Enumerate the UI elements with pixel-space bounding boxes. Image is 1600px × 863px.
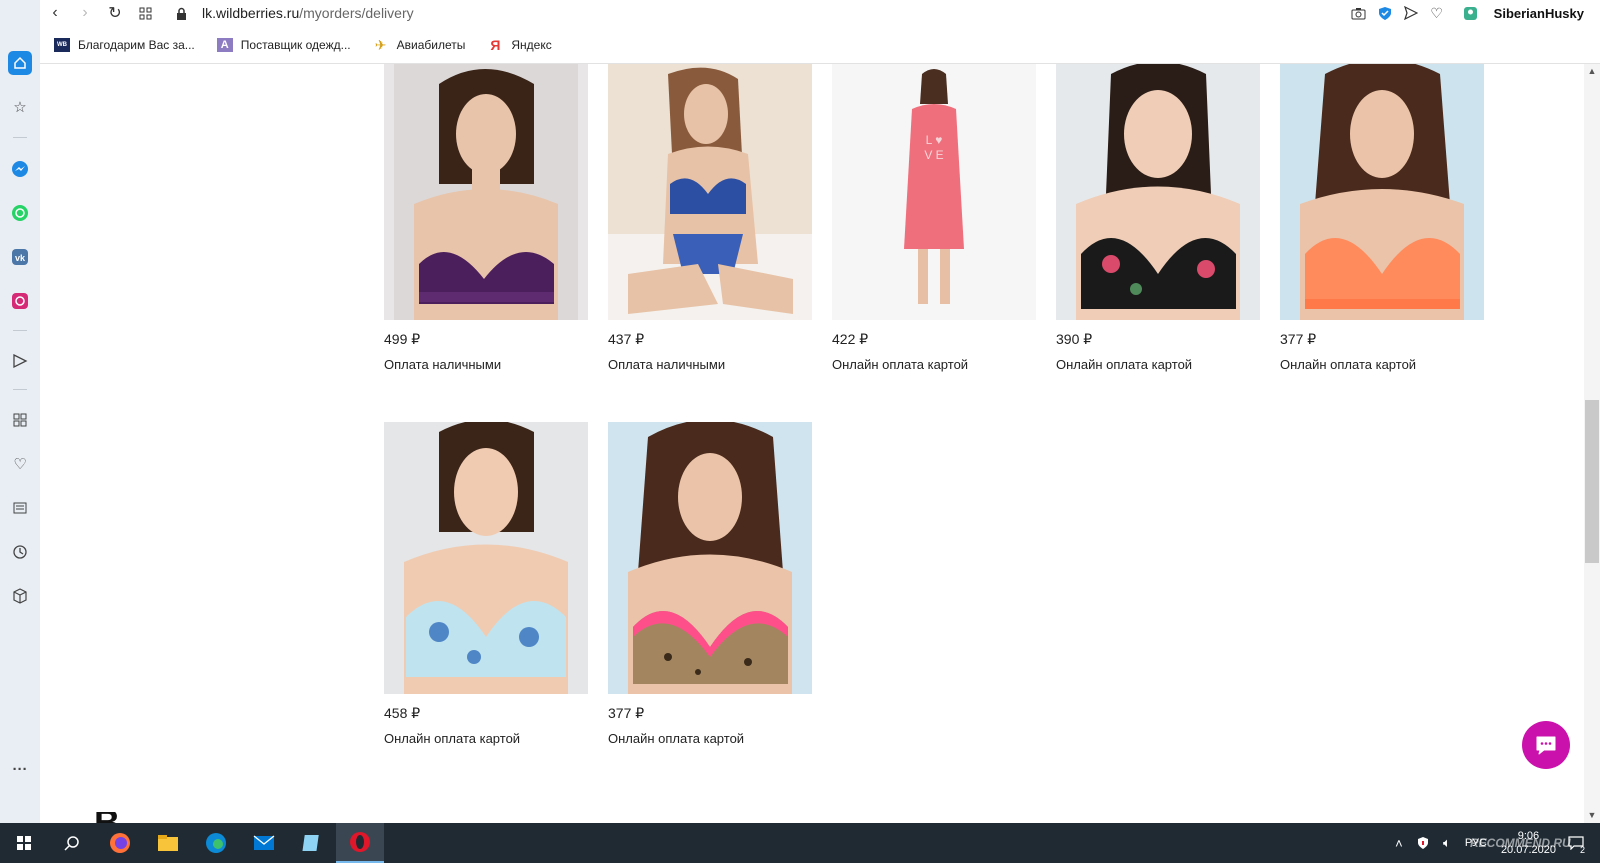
product-image[interactable] — [608, 64, 812, 320]
product-card[interactable] — [608, 422, 812, 694]
shield-check-icon[interactable] — [1372, 0, 1398, 26]
payment-method: Онлайн оплата картой — [1280, 357, 1417, 372]
whatsapp-icon[interactable] — [8, 201, 32, 225]
bookmarks-bar: WB Благодарим Вас за... A Поставщик одеж… — [40, 32, 560, 58]
wildberries-icon: WB — [54, 38, 70, 52]
home-icon[interactable] — [8, 51, 32, 75]
windows-taskbar: ˄ 🔈︎ РУС 9:06 20.07.2020 2 — [0, 823, 1600, 863]
bookmark-label: Благодарим Вас за... — [78, 38, 195, 52]
product-price: 437 ₽ — [608, 331, 645, 347]
volume-icon[interactable]: 🔈︎ — [1435, 823, 1459, 863]
section-heading-partial: В — [94, 812, 120, 823]
bookmark-wildberries[interactable]: WB Благодарим Вас за... — [54, 38, 195, 52]
product-price: 458 ₽ — [384, 705, 421, 721]
camera-icon[interactable] — [1346, 0, 1372, 26]
product-image[interactable] — [1056, 64, 1260, 320]
browser-toolbar: ‹ › ↻ lk.wildberries.ru/myorders/deliver… — [40, 0, 1600, 26]
forward-icon[interactable]: › — [70, 0, 100, 26]
send-icon[interactable] — [8, 349, 32, 373]
instagram-icon[interactable] — [8, 289, 32, 313]
bookmark-yandex[interactable]: Я Яндекс — [487, 37, 552, 53]
notepad-icon[interactable] — [288, 823, 336, 863]
toolbar-right: ♡ SiberianHusky — [1346, 0, 1600, 26]
reload-icon[interactable]: ↻ — [100, 0, 130, 26]
sidebar-divider — [13, 389, 27, 390]
url-path: /myorders/delivery — [299, 5, 414, 21]
product-image[interactable]: L ♥ V E — [832, 64, 1036, 320]
security-shield-icon[interactable] — [1411, 823, 1435, 863]
payment-method: Оплата наличными — [384, 357, 502, 372]
edge-icon[interactable] — [192, 823, 240, 863]
product-image[interactable] — [608, 422, 812, 694]
news-icon[interactable] — [8, 496, 32, 520]
chat-bubble-icon — [1536, 736, 1556, 755]
sidebar-divider — [13, 137, 27, 138]
notification-count: 2 — [1579, 845, 1585, 855]
product-card[interactable] — [384, 422, 588, 694]
firefox-icon[interactable] — [96, 823, 144, 863]
scroll-down-arrow-icon[interactable]: ▼ — [1584, 808, 1600, 822]
product-price: 377 ₽ — [608, 705, 645, 721]
extension-icon[interactable] — [1458, 0, 1484, 26]
search-icon[interactable] — [48, 823, 96, 863]
bookmark-supplier[interactable]: A Поставщик одежд... — [216, 38, 351, 52]
payment-method: Онлайн оплата картой — [384, 731, 521, 746]
box-icon[interactable] — [8, 584, 32, 608]
payment-method: Онлайн оплата картой — [832, 357, 969, 372]
letter-a-icon: A — [216, 38, 233, 52]
tabs-grid-icon[interactable] — [130, 0, 160, 26]
sidebar-divider — [13, 330, 27, 331]
product-card[interactable] — [1056, 64, 1260, 320]
heart-icon[interactable]: ♡ — [8, 452, 32, 476]
payment-method: Онлайн оплата картой — [608, 731, 745, 746]
file-explorer-icon[interactable] — [144, 823, 192, 863]
vk-icon[interactable]: vk — [8, 245, 32, 269]
scroll-up-arrow-icon[interactable]: ▲ — [1584, 64, 1600, 78]
mail-icon[interactable] — [240, 823, 288, 863]
airplane-icon: ✈ — [374, 36, 387, 53]
svg-text:V E: V E — [924, 148, 943, 162]
send-icon[interactable] — [1398, 0, 1424, 26]
messenger-icon[interactable] — [8, 157, 32, 181]
bookmark-label: Яндекс — [511, 38, 552, 52]
bookmark-label: Поставщик одежд... — [240, 38, 351, 52]
product-image[interactable] — [384, 422, 588, 694]
svg-text:L ♥: L ♥ — [926, 133, 943, 147]
address-bar[interactable]: lk.wildberries.ru/myorders/delivery — [202, 5, 414, 21]
product-card[interactable] — [608, 64, 812, 320]
chevron-up-icon[interactable]: ˄ — [1387, 823, 1411, 863]
star-icon[interactable]: ☆ — [8, 95, 32, 119]
watermark: RECOMMEND.RU — [1470, 836, 1571, 850]
svg-text:vk: vk — [15, 253, 26, 263]
bookmark-flights[interactable]: ✈ Авиабилеты — [373, 36, 466, 53]
bookmark-label: Авиабилеты — [396, 38, 466, 52]
product-card[interactable] — [384, 64, 588, 320]
profile-name[interactable]: SiberianHusky — [1494, 6, 1584, 21]
product-price: 390 ₽ — [1056, 331, 1093, 347]
product-image[interactable] — [384, 64, 588, 320]
scrollbar-thumb[interactable] — [1585, 400, 1599, 563]
more-icon[interactable]: ··· — [8, 757, 32, 781]
opera-icon[interactable] — [336, 823, 384, 863]
windows-start-icon[interactable] — [0, 823, 48, 863]
url-domain: lk.wildberries.ru — [202, 5, 300, 21]
lock-icon[interactable] — [174, 4, 188, 22]
payment-method: Оплата наличными — [608, 357, 726, 372]
chat-button[interactable] — [1522, 721, 1570, 769]
grid-icon[interactable] — [8, 408, 32, 432]
product-price: 422 ₽ — [832, 331, 869, 347]
yandex-icon: Я — [490, 37, 501, 53]
product-card[interactable]: L ♥ V E — [832, 64, 1036, 320]
back-icon[interactable]: ‹ — [40, 0, 70, 26]
history-icon[interactable] — [8, 540, 32, 564]
product-image[interactable] — [1280, 64, 1484, 320]
product-price: 377 ₽ — [1280, 331, 1317, 347]
browser-sidebar: ☆ vk ♡ ··· — [0, 0, 40, 823]
product-price: 499 ₽ — [384, 331, 421, 347]
product-card[interactable] — [1280, 64, 1484, 320]
payment-method: Онлайн оплата картой — [1056, 357, 1193, 372]
heart-icon[interactable]: ♡ — [1424, 0, 1450, 26]
